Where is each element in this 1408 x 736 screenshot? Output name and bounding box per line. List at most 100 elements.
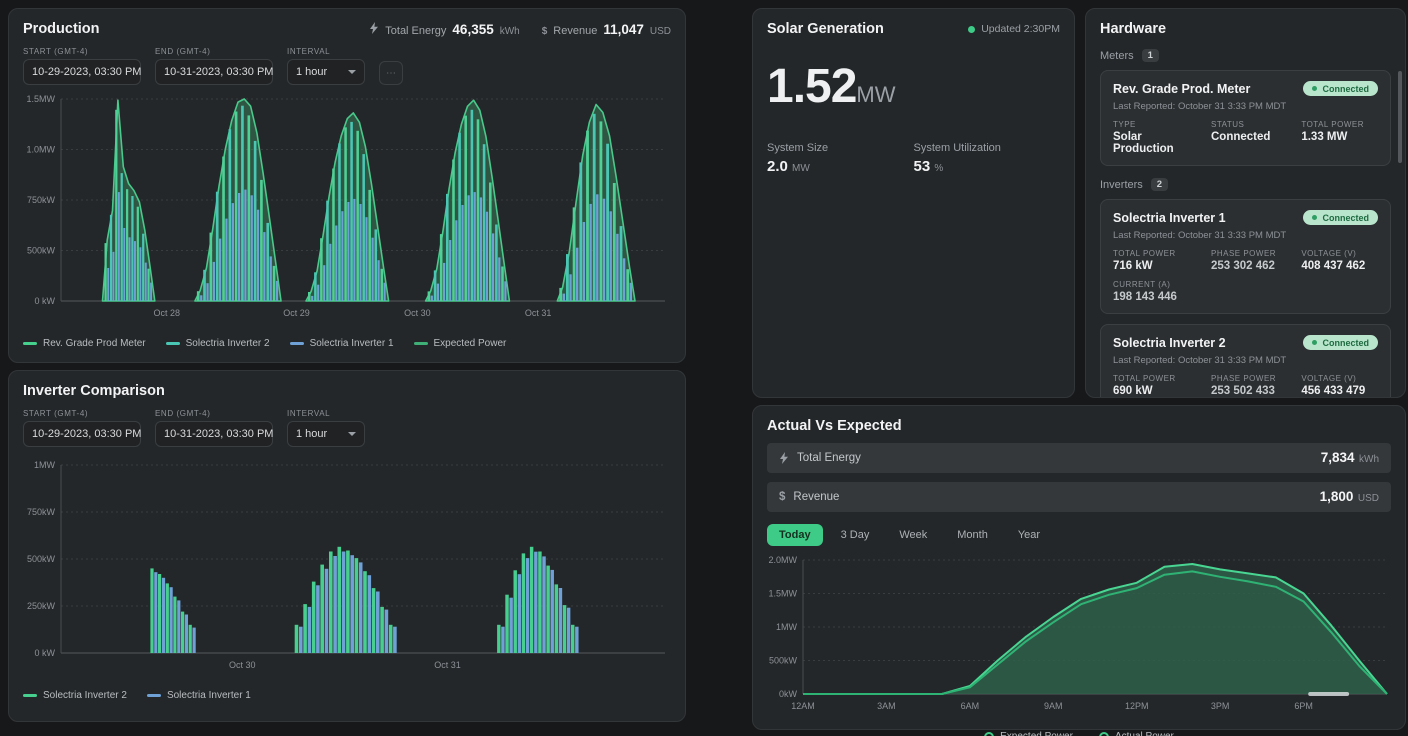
revenue-value: 11,047 bbox=[603, 22, 644, 37]
svg-text:0kW: 0kW bbox=[779, 689, 798, 699]
svg-text:500kW: 500kW bbox=[769, 656, 798, 666]
system-size-label: System Size bbox=[767, 142, 914, 154]
chart-scrubber[interactable] bbox=[1308, 692, 1349, 696]
interval-value: 1 hour bbox=[296, 428, 327, 440]
svg-text:2.0MW: 2.0MW bbox=[768, 555, 797, 565]
interval-label: INTERVAL bbox=[287, 409, 365, 418]
generation-unit: MW bbox=[856, 82, 895, 107]
inverter-card-2[interactable]: Solectria Inverter 2 Connected Last Repo… bbox=[1100, 324, 1391, 398]
time-range-tabs: Today 3 DayWeek Month Year bbox=[767, 524, 1391, 546]
field-phase-power: PHASE POWER253 502 433 bbox=[1211, 374, 1295, 397]
tab-3-day[interactable]: 3 Day bbox=[829, 524, 882, 546]
inverter-name: Solectria Inverter 2 bbox=[1113, 336, 1226, 350]
start-date-input[interactable]: 10-29-2023, 03:30 PM bbox=[23, 59, 141, 85]
revenue-label: Revenue bbox=[793, 491, 839, 503]
inverter-comparison-title: Inverter Comparison bbox=[23, 383, 165, 399]
system-size: System Size 2.0 MW bbox=[767, 142, 914, 175]
svg-text:1.5MW: 1.5MW bbox=[26, 94, 55, 104]
legend-item-solectria-inverter-2[interactable]: Solectria Inverter 2 bbox=[23, 690, 127, 701]
svg-text:Oct 31: Oct 31 bbox=[434, 660, 461, 670]
legend-label: Solectria Inverter 2 bbox=[43, 690, 127, 701]
more-options-button[interactable]: ⋯ bbox=[379, 61, 403, 85]
legend-dash-icon bbox=[290, 342, 304, 345]
legend-item-expected-power[interactable]: Expected Power bbox=[414, 338, 507, 349]
svg-text:Oct 28: Oct 28 bbox=[153, 308, 180, 318]
interval-value: 1 hour bbox=[296, 66, 327, 78]
tab-month[interactable]: Month bbox=[945, 524, 1000, 546]
actual-vs-expected-title: Actual Vs Expected bbox=[767, 418, 1391, 434]
field-total-power: TOTAL POWER716 kW bbox=[1113, 249, 1205, 272]
svg-text:6AM: 6AM bbox=[961, 701, 980, 711]
revenue-value: 1,800 bbox=[1320, 489, 1354, 504]
scrollbar-thumb[interactable] bbox=[1398, 71, 1402, 163]
inverter-card-1[interactable]: Solectria Inverter 1 Connected Last Repo… bbox=[1100, 199, 1391, 314]
end-date-input[interactable]: 10-31-2023, 03:30 PM bbox=[155, 59, 273, 85]
legend-item-actual-power[interactable]: Actual Power bbox=[1099, 731, 1174, 736]
inverters-count-badge: 2 bbox=[1151, 178, 1168, 191]
svg-text:1MW: 1MW bbox=[776, 622, 798, 632]
system-utilization-value: 53 bbox=[914, 158, 931, 175]
interval-select[interactable]: 1 hour bbox=[287, 421, 365, 447]
lightning-icon bbox=[369, 21, 379, 33]
revenue-label: Revenue bbox=[553, 25, 597, 37]
hardware-title: Hardware bbox=[1100, 21, 1391, 37]
inverter-comparison-panel: Inverter Comparison START (GMT-4) 10-29-… bbox=[8, 370, 686, 722]
production-legend: Rev. Grade Prod Meter Solectria Inverter … bbox=[23, 338, 671, 349]
legend-label: Actual Power bbox=[1115, 731, 1174, 736]
total-energy-value: 46,355 bbox=[452, 22, 493, 37]
inverter-name: Solectria Inverter 1 bbox=[1113, 211, 1226, 225]
legend-label: Rev. Grade Prod Meter bbox=[43, 338, 146, 349]
field-total-power: TOTAL POWER690 kW bbox=[1113, 374, 1205, 397]
legend-dash-icon bbox=[147, 694, 161, 697]
start-label: START (GMT-4) bbox=[23, 409, 141, 418]
dollar-icon: $ bbox=[542, 26, 548, 37]
svg-text:500kW: 500kW bbox=[27, 554, 56, 564]
status-badge: Connected bbox=[1303, 335, 1378, 350]
end-label: END (GMT-4) bbox=[155, 409, 273, 418]
status-badge: Connected bbox=[1303, 210, 1378, 225]
system-size-unit: MW bbox=[792, 163, 810, 174]
system-utilization-label: System Utilization bbox=[914, 142, 1061, 154]
start-label: START (GMT-4) bbox=[23, 47, 141, 56]
svg-text:750kW: 750kW bbox=[27, 507, 56, 517]
svg-text:12PM: 12PM bbox=[1125, 701, 1149, 711]
svg-text:1MW: 1MW bbox=[34, 460, 56, 470]
legend-dash-icon bbox=[414, 342, 428, 345]
svg-text:0 kW: 0 kW bbox=[34, 296, 55, 306]
total-energy-value: 7,834 bbox=[1321, 450, 1355, 465]
legend-label: Solectria Inverter 2 bbox=[186, 338, 270, 349]
revenue-unit: USD bbox=[1358, 493, 1379, 504]
chevron-down-icon bbox=[348, 70, 356, 74]
tab-year[interactable]: Year bbox=[1006, 524, 1052, 546]
production-revenue: $ Revenue 11,047 USD bbox=[542, 22, 671, 37]
meter-card[interactable]: Rev. Grade Prod. Meter Connected Last Re… bbox=[1100, 70, 1391, 166]
tab-today[interactable]: Today bbox=[767, 524, 823, 546]
svg-text:250kW: 250kW bbox=[27, 601, 56, 611]
actual-vs-expected-chart: 2.0MW1.5MW1MW500kW0kW12AM3AM6AM9AM12PM3P… bbox=[767, 552, 1393, 724]
last-reported: Last Reported: October 31 3:33 PM MDT bbox=[1113, 355, 1378, 366]
last-reported: Last Reported: October 31 3:33 PM MDT bbox=[1113, 230, 1378, 241]
inverters-label: Inverters bbox=[1100, 179, 1143, 191]
interval-select[interactable]: 1 hour bbox=[287, 59, 365, 85]
status-badge-label: Connected bbox=[1322, 338, 1369, 348]
start-date-input[interactable]: 10-29-2023, 03:30 PM bbox=[23, 421, 141, 447]
field-voltage: VOLTAGE (V)456 433 479 bbox=[1301, 374, 1378, 397]
tab-week[interactable]: Week bbox=[887, 524, 939, 546]
status-badge-label: Connected bbox=[1322, 213, 1369, 223]
field-voltage: VOLTAGE (V)408 437 462 bbox=[1301, 249, 1378, 272]
connected-dot-icon bbox=[1312, 86, 1317, 91]
chevron-down-icon bbox=[348, 432, 356, 436]
system-utilization-unit: % bbox=[934, 163, 943, 174]
field-status: STATUSConnected bbox=[1211, 120, 1295, 155]
legend-label: Solectria Inverter 1 bbox=[310, 338, 394, 349]
svg-text:3AM: 3AM bbox=[877, 701, 896, 711]
end-date-input[interactable]: 10-31-2023, 03:30 PM bbox=[155, 421, 273, 447]
legend-item-solectria-inverter-1[interactable]: Solectria Inverter 1 bbox=[147, 690, 251, 701]
legend-item-expected-power[interactable]: Expected Power bbox=[984, 731, 1073, 736]
svg-text:3PM: 3PM bbox=[1211, 701, 1230, 711]
legend-item-rev-grade-prod-meter[interactable]: Rev. Grade Prod Meter bbox=[23, 338, 146, 349]
legend-item-solectria-inverter-2[interactable]: Solectria Inverter 2 bbox=[166, 338, 270, 349]
status-badge-label: Connected bbox=[1322, 84, 1369, 94]
updated-text: Updated 2:30PM bbox=[981, 23, 1060, 35]
legend-item-solectria-inverter-1[interactable]: Solectria Inverter 1 bbox=[290, 338, 394, 349]
